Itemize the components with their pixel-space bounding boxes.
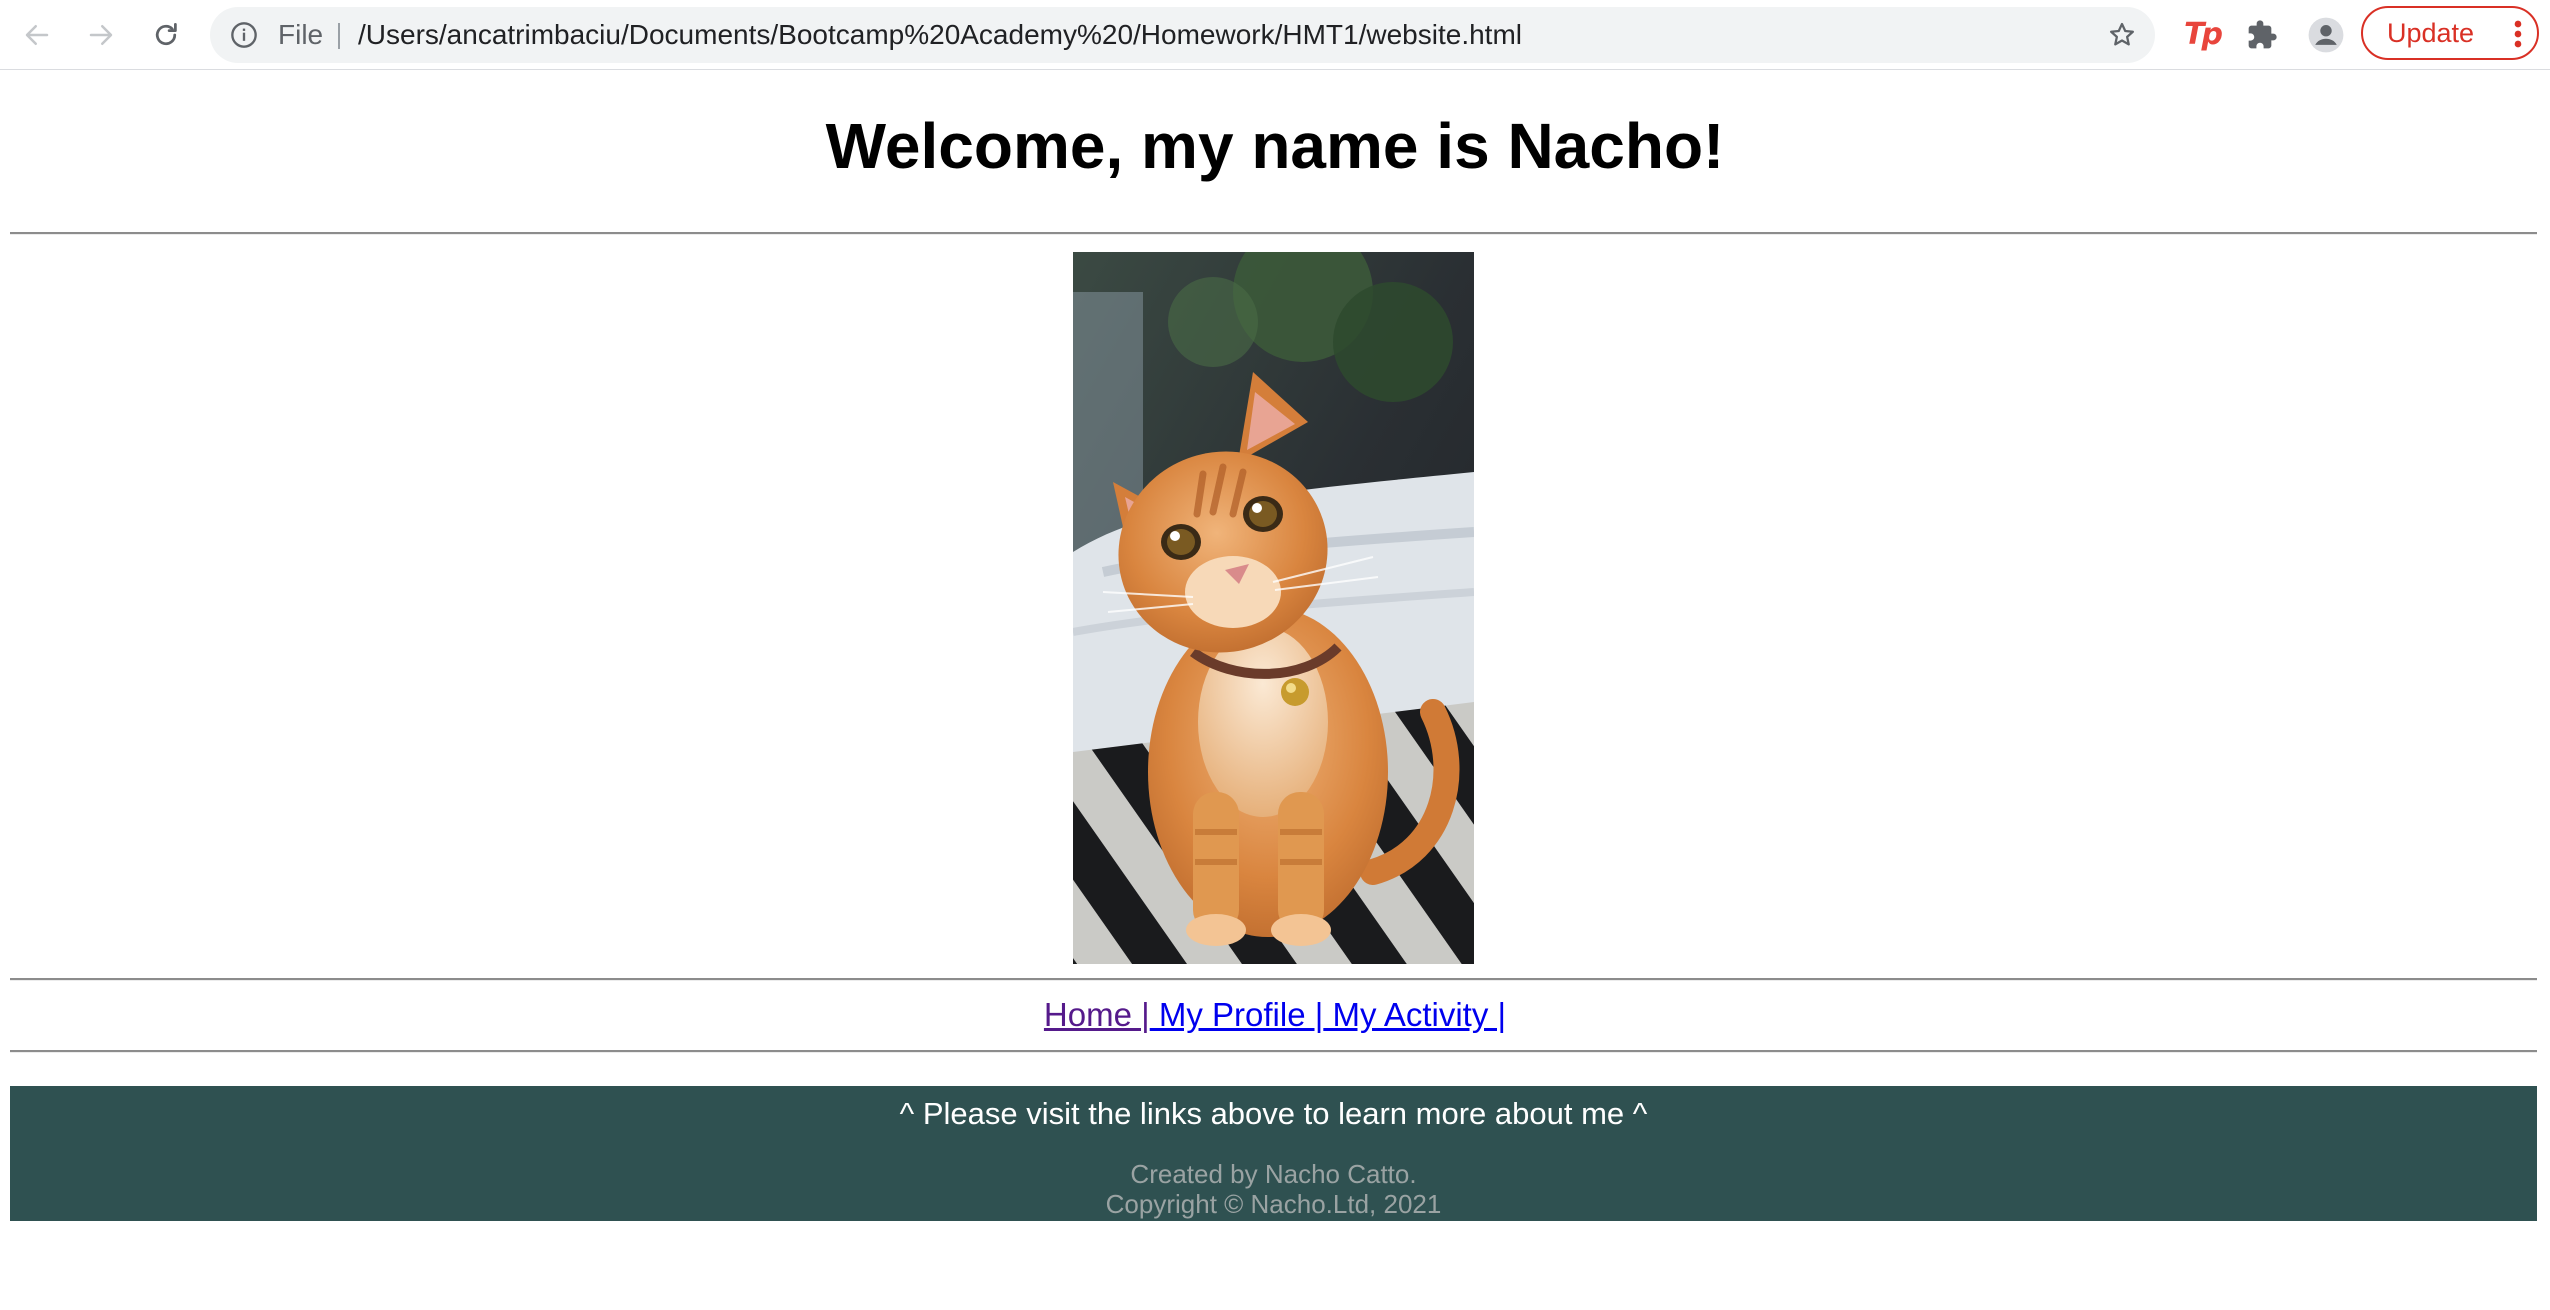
web-page: Welcome, my name is Nacho! Home | My Pro… — [0, 71, 2550, 1310]
url-scheme-label: File — [278, 19, 324, 50]
address-bar[interactable]: File /Users/ancatrimbaciu/Documents/Boot… — [210, 7, 2155, 63]
update-button[interactable]: Update — [2361, 6, 2539, 60]
horizontal-rule — [10, 978, 2537, 981]
url-text[interactable]: /Users/ancatrimbaciu/Documents/Bootcamp%… — [358, 7, 1522, 63]
nav-links: Home | My Profile | My Activity | — [0, 993, 2550, 1037]
cat-image — [1073, 252, 1474, 964]
update-label: Update — [2387, 18, 2475, 48]
info-icon[interactable] — [230, 21, 258, 49]
puzzle-icon — [2248, 20, 2277, 49]
star-icon[interactable] — [2107, 20, 2137, 50]
reload-button[interactable] — [143, 12, 189, 58]
footer-note: ^ Please visit the links above to learn … — [899, 1096, 1648, 1131]
horizontal-rule — [10, 1050, 2537, 1053]
nav-link-my-activity[interactable]: My Activity | — [1323, 996, 1506, 1033]
cat-photo — [1073, 252, 1474, 964]
reload-icon — [155, 23, 177, 46]
browser-toolbar: File /Users/ancatrimbaciu/Documents/Boot… — [0, 0, 2550, 70]
kebab-menu-icon[interactable] — [2513, 19, 2523, 49]
footer-credit: Created by Nacho Catto. — [1130, 1159, 1417, 1189]
page-footer: ^ Please visit the links above to learn … — [10, 1086, 2537, 1221]
profile-button[interactable] — [2303, 12, 2349, 58]
extensions-button[interactable] — [2239, 12, 2285, 58]
footer-copyright: Copyright © Nacho.Ltd, 2021 — [1105, 1189, 1442, 1219]
horizontal-rule — [10, 232, 2537, 235]
nav-link-my-profile[interactable]: My Profile | — [1150, 996, 1323, 1033]
url-divider — [338, 23, 340, 49]
nav-link-home[interactable]: Home | — [1044, 996, 1150, 1033]
avatar-icon — [2308, 17, 2344, 53]
back-arrow-icon — [25, 25, 49, 45]
extension-tp-icon[interactable]: Tp — [2180, 14, 2224, 56]
back-button[interactable] — [14, 12, 60, 58]
page-title: Welcome, my name is Nacho! — [825, 110, 1725, 182]
forward-button[interactable] — [78, 12, 124, 58]
forward-arrow-icon — [89, 25, 113, 45]
